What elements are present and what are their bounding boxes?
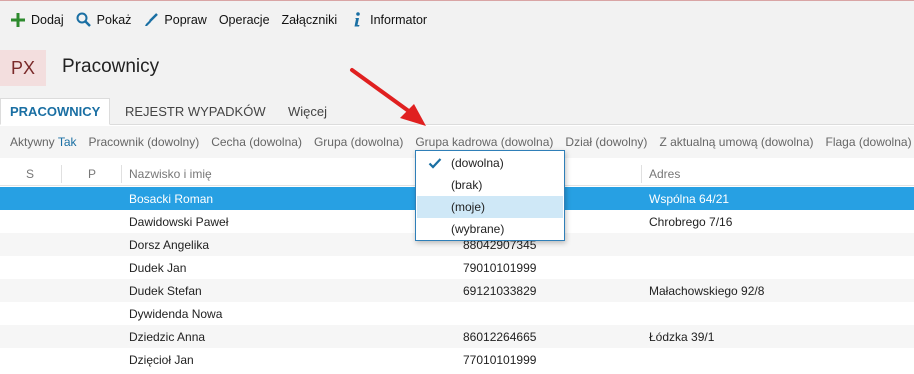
dropdown-option-any[interactable]: (dowolna)	[417, 152, 563, 174]
dropdown-option-label: (brak)	[451, 178, 483, 192]
add-button[interactable]: Dodaj	[10, 6, 64, 34]
search-icon	[76, 12, 92, 28]
cell-name: Bosacki Roman	[129, 191, 214, 206]
dropdown-option-label: (moje)	[451, 200, 486, 214]
cell-name: Dziedzic Anna	[129, 329, 206, 344]
informator-button-label: Informator	[370, 12, 428, 27]
info-icon	[349, 12, 365, 28]
column-name[interactable]: Nazwisko i imię	[129, 161, 212, 186]
tab-rejestr-wypadkow[interactable]: REJESTR WYPADKÓW	[125, 98, 266, 125]
filter-active[interactable]: Aktywny Tak	[10, 135, 77, 149]
column-divider	[61, 165, 62, 183]
hr-group-dropdown: (dowolna) (brak) (moje) (wybrane)	[415, 150, 565, 241]
dropdown-option-label: (wybrane)	[451, 222, 505, 236]
column-s[interactable]: S	[26, 161, 34, 186]
table-row[interactable]: Dziedzic Anna 86012264665 Łódzka 39/1	[0, 325, 914, 348]
table-row[interactable]: Dudek Stefan 69121033829 Małachowskiego …	[0, 279, 914, 302]
tab-bar: PRACOWNICY REJESTR WYPADKÓW Więcej	[0, 98, 914, 125]
cell-name: Dorsz Angelika	[129, 237, 210, 252]
filter-group[interactable]: Grupa (dowolna)	[314, 135, 403, 149]
page-header: PX Pracownicy	[0, 38, 914, 98]
tab-wiecej[interactable]: Więcej	[288, 98, 327, 125]
column-p[interactable]: P	[88, 161, 96, 186]
filter-current-contract[interactable]: Z aktualną umową (dowolna)	[659, 135, 813, 149]
table-row[interactable]: Dzięcioł Jan 77010101999	[0, 348, 914, 371]
show-button[interactable]: Pokaż	[76, 6, 132, 34]
cell-pesel: 69121033829	[463, 283, 537, 298]
filter-employee[interactable]: Pracownik (dowolny)	[89, 135, 200, 149]
filter-active-label: Aktywny	[10, 135, 55, 149]
edit-button-label: Popraw	[164, 12, 207, 27]
column-address[interactable]: Adres	[649, 161, 680, 186]
filter-feature[interactable]: Cecha (dowolna)	[211, 135, 302, 149]
cell-pesel: 77010101999	[463, 352, 537, 367]
tab-pracownicy[interactable]: PRACOWNICY	[0, 98, 111, 125]
cell-address: Łódzka 39/1	[649, 329, 715, 344]
dropdown-option-selected[interactable]: (wybrane)	[417, 218, 563, 240]
page-title: Pracownicy	[62, 56, 160, 77]
brush-icon	[143, 12, 159, 28]
table-row[interactable]: Dywidenda Nowa	[0, 302, 914, 325]
attachments-button-label: Załączniki	[281, 12, 338, 27]
edit-button[interactable]: Popraw	[143, 6, 207, 34]
add-button-label: Dodaj	[31, 12, 64, 27]
checkmark-icon	[428, 156, 442, 170]
module-badge: PX	[0, 50, 46, 86]
cell-address: Małachowskiego 92/8	[649, 283, 765, 298]
filter-department[interactable]: Dział (dowolny)	[565, 135, 647, 149]
cell-name: Dudek Jan	[129, 260, 187, 275]
filter-hr-group[interactable]: Grupa kadrowa (dowolna)	[415, 135, 553, 149]
cell-address: Chrobrego 7/16	[649, 214, 733, 229]
plus-icon	[10, 12, 26, 28]
cell-name: Dudek Stefan	[129, 283, 202, 298]
cell-pesel: 79010101999	[463, 260, 537, 275]
dropdown-option-mine[interactable]: (moje)	[417, 196, 563, 218]
cell-pesel: 86012264665	[463, 329, 537, 344]
operations-button[interactable]: Operacje	[219, 6, 270, 34]
cell-name: Dywidenda Nowa	[129, 306, 223, 321]
table-row[interactable]: Dudek Jan 79010101999	[0, 256, 914, 279]
cell-name: Dzięcioł Jan	[129, 352, 194, 367]
informator-button[interactable]: Informator	[349, 6, 427, 34]
show-button-label: Pokaż	[96, 12, 132, 27]
toolbar: Dodaj Pokaż Popraw Operacje Załączniki I…	[0, 0, 914, 38]
dropdown-option-label: (dowolna)	[451, 156, 504, 170]
attachments-button[interactable]: Załączniki	[282, 6, 338, 34]
operations-button-label: Operacje	[218, 12, 270, 27]
filter-active-value: Tak	[57, 135, 77, 149]
dropdown-option-none[interactable]: (brak)	[417, 174, 563, 196]
column-divider	[121, 165, 122, 183]
filter-flag[interactable]: Flaga (dowolna)	[826, 135, 912, 149]
cell-name: Dawidowski Paweł	[129, 214, 229, 229]
cell-address: Wspólna 64/21	[649, 191, 730, 206]
column-divider	[641, 165, 642, 183]
